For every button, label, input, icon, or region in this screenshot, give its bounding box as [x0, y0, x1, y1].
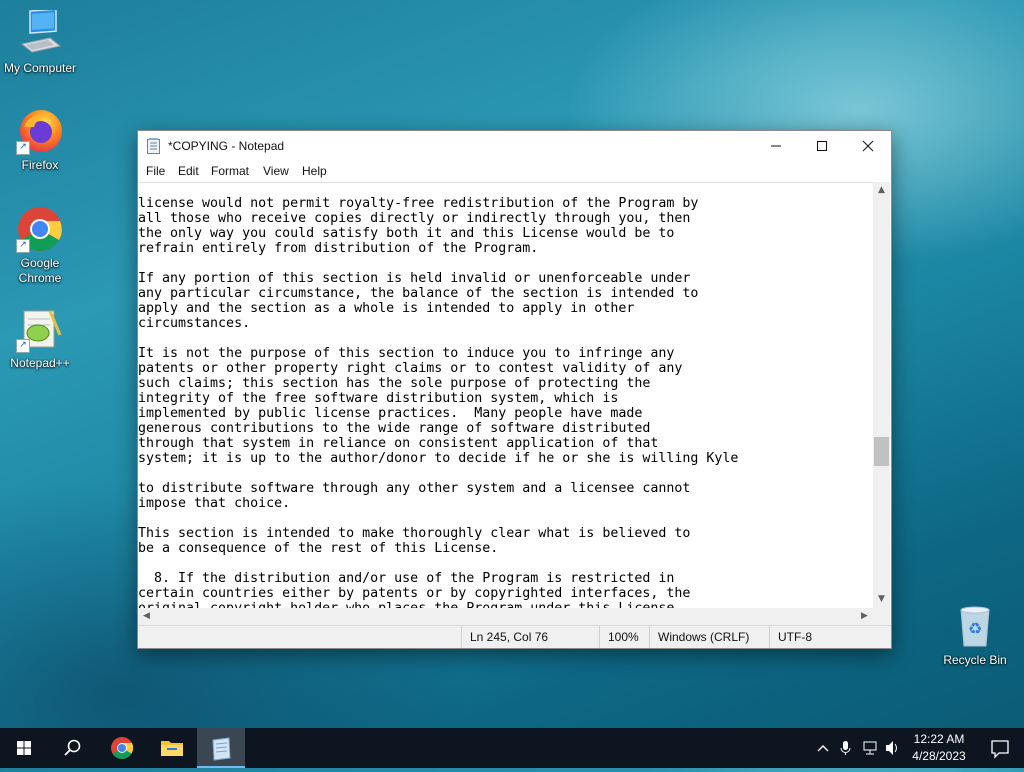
notification-icon — [991, 740, 1009, 759]
recycle-bin-icon: ♻ — [951, 602, 999, 650]
start-button[interactable] — [0, 728, 48, 768]
clock-date: 4/28/2023 — [912, 749, 966, 763]
notifications-button[interactable] — [976, 728, 1024, 768]
window-title: *COPYING - Notepad — [168, 139, 285, 153]
notepad-app-icon — [147, 138, 161, 154]
menu-help[interactable]: Help — [302, 164, 327, 178]
desktop-icon-label: Google Chrome — [18, 256, 62, 285]
minimize-icon — [771, 145, 781, 147]
shortcut-arrow-icon: ↗ — [16, 239, 30, 253]
maximize-button[interactable] — [799, 131, 845, 161]
desktop-icon-label: My Computer — [3, 61, 77, 75]
microphone-icon[interactable] — [840, 741, 851, 755]
close-icon — [862, 140, 874, 152]
taskbar: 12:22 AM 4/28/2023 — [0, 728, 1024, 768]
menu-format[interactable]: Format — [211, 164, 249, 178]
minimize-button[interactable] — [753, 131, 799, 161]
desktop-icon-label: Recycle Bin — [943, 653, 1007, 667]
menu-file[interactable]: File — [146, 164, 165, 178]
maximize-icon — [817, 141, 827, 151]
menu-edit[interactable]: Edit — [178, 164, 199, 178]
system-tray — [810, 728, 905, 768]
status-cursor-position: Ln 245, Col 76 — [461, 626, 590, 648]
desktop-icon-firefox[interactable]: ↗ Firefox — [0, 107, 80, 173]
shortcut-arrow-icon: ↗ — [16, 339, 30, 353]
chrome-icon — [111, 737, 134, 759]
network-icon[interactable] — [863, 741, 877, 755]
status-bar: Ln 245, Col 76 100% Windows (CRLF) UTF-8 — [138, 625, 891, 648]
scroll-up-icon[interactable]: ▲ — [873, 182, 890, 199]
scrollbar-corner — [873, 608, 890, 625]
scroll-down-icon[interactable]: ▼ — [873, 591, 890, 608]
scroll-thumb[interactable] — [874, 437, 889, 466]
chrome-icon: ↗ — [16, 205, 64, 253]
clock-time: 12:22 AM — [913, 732, 965, 746]
desktop-icon-label: Firefox — [21, 158, 59, 172]
taskbar-clock[interactable]: 12:22 AM 4/28/2023 — [905, 731, 973, 765]
desktop-icon-label: Notepad++ — [10, 356, 70, 370]
chevron-up-icon[interactable] — [817, 745, 829, 752]
notepadpp-icon: ↗ — [16, 305, 64, 353]
editor-content[interactable]: license would not permit royalty-free re… — [138, 196, 738, 609]
scroll-left-icon[interactable]: ◀ — [138, 608, 155, 625]
computer-icon — [16, 8, 64, 58]
text-editor[interactable]: license would not permit royalty-free re… — [138, 182, 873, 609]
start-icon — [17, 741, 31, 755]
taskbar-notepad[interactable] — [197, 728, 245, 768]
file-explorer-icon — [161, 741, 183, 756]
desktop-icon-notepadpp[interactable]: ↗ Notepad++ — [0, 305, 80, 371]
vertical-scrollbar[interactable]: ▲ ▼ — [873, 182, 890, 608]
taskbar-file-explorer[interactable] — [148, 728, 196, 768]
menu-bar: File Edit Format View Help — [138, 161, 891, 182]
firefox-icon: ↗ — [16, 107, 64, 155]
volume-icon[interactable] — [886, 741, 897, 755]
scroll-right-icon[interactable]: ▶ — [856, 608, 873, 625]
desktop-icon-recycle-bin[interactable]: ♻ Recycle Bin — [935, 602, 1015, 668]
status-zoom: 100% — [599, 626, 648, 648]
status-line-endings: Windows (CRLF) — [649, 626, 758, 648]
search-button[interactable] — [48, 728, 96, 768]
shortcut-arrow-icon: ↗ — [16, 141, 30, 155]
desktop-icon-google-chrome[interactable]: ↗ Google Chrome — [0, 205, 80, 286]
close-button[interactable] — [845, 131, 891, 161]
title-bar[interactable]: *COPYING - Notepad — [138, 131, 891, 161]
desktop-icon-my-computer[interactable]: My Computer — [0, 8, 80, 76]
horizontal-scrollbar[interactable]: ◀ ▶ — [138, 608, 873, 625]
status-encoding: UTF-8 — [769, 626, 878, 648]
notepad-window[interactable]: *COPYING - Notepad File Edit Format View… — [137, 130, 892, 649]
search-icon — [64, 739, 81, 756]
svg-text:♻: ♻ — [968, 619, 982, 638]
notepad-icon — [212, 737, 231, 761]
taskbar-chrome[interactable] — [98, 728, 146, 768]
menu-view[interactable]: View — [263, 164, 289, 178]
